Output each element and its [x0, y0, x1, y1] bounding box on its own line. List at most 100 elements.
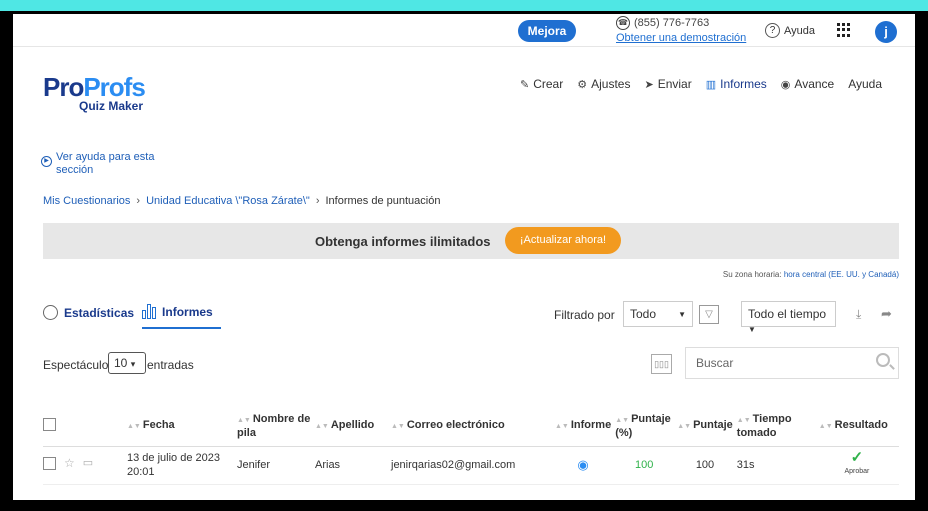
phone-icon: ☎: [616, 16, 630, 30]
select-all-checkbox[interactable]: [43, 417, 56, 431]
phone-number[interactable]: ☎ (855) 776-7763: [616, 16, 709, 30]
timezone-link[interactable]: hora central (EE. UU. y Canadá): [784, 270, 899, 279]
gear-icon: ⚙: [577, 78, 588, 91]
row-actions: ☆ ▭: [43, 446, 127, 485]
nav-progress[interactable]: ◉ Avance: [781, 77, 834, 91]
cell-report: ◉: [555, 446, 616, 485]
breadcrumb-separator: ›: [136, 195, 141, 207]
sort-icon: ▲▼: [391, 423, 405, 431]
cell-score: 100: [677, 446, 737, 485]
filter-label: Filtrado por: [554, 308, 615, 322]
row-checkbox[interactable]: [43, 456, 56, 470]
cell-first-name: Jenifer: [237, 446, 315, 485]
nav-reports-label: Informes: [720, 77, 767, 91]
caret-down-icon: ▼: [748, 325, 756, 334]
logo-part-pro: Pro: [43, 72, 84, 102]
header-date[interactable]: ▲▼ Fecha: [127, 407, 237, 447]
proprofs-logo[interactable]: ProProfs Quiz Maker: [43, 72, 146, 113]
bar-chart-icon: [142, 304, 157, 319]
cell-email: jenirqarias02@gmail.com: [391, 446, 555, 485]
header-first-name[interactable]: ▲▼ Nombre de pila: [237, 407, 315, 447]
header-email[interactable]: ▲▼ Correo electrónico: [391, 407, 555, 447]
time-filter-select[interactable]: Todo el tiempo ▼: [741, 301, 836, 334]
nav-create[interactable]: ✎ Crear: [520, 77, 563, 91]
nav-settings-label: Ajustes: [591, 77, 631, 91]
page-size-select[interactable]: 10 ▾: [108, 352, 146, 374]
pencil-icon: ✎: [520, 78, 530, 91]
header-result[interactable]: ▲▼ Resultado: [818, 407, 899, 447]
avatar[interactable]: j: [875, 21, 897, 43]
result-label: Aprobar: [844, 468, 870, 475]
eye-icon: ◉: [780, 78, 791, 91]
breadcrumb: Mis Cuestionarios › Unidad Educativa \"R…: [43, 195, 440, 207]
nav-create-label: Crear: [533, 77, 564, 91]
tab-statistics-label: Estadísticas: [64, 305, 135, 320]
main-nav: ✎ Crear ⚙ Ajustes ➤ Enviar ▥ Informes ◉ …: [520, 77, 882, 91]
time-filter-value: Todo el tiempo: [748, 307, 827, 321]
sort-icon: ▲▼: [127, 423, 141, 431]
header-last-name[interactable]: ▲▼ Apellido: [315, 407, 391, 447]
tab-reports[interactable]: Informes: [142, 304, 221, 329]
tab-statistics[interactable]: Estadísticas: [43, 305, 134, 328]
header-score[interactable]: ▲▼ Puntaje: [677, 407, 737, 447]
search-placeholder: Buscar: [696, 356, 734, 370]
nav-send[interactable]: ➤ Enviar: [644, 77, 691, 91]
upgrade-button[interactable]: Mejora: [518, 20, 576, 42]
header-score-pct[interactable]: ▲▼ Puntaje (%): [615, 407, 678, 447]
page-size-value: 10: [114, 356, 128, 370]
tab-reports-label: Informes: [162, 304, 213, 319]
demo-link[interactable]: Obtener una demostración: [616, 32, 746, 44]
comment-icon[interactable]: ▭: [83, 456, 93, 470]
cell-score-pct: 100: [615, 446, 678, 485]
nav-help[interactable]: Ayuda: [848, 77, 882, 91]
play-icon: ▶: [41, 156, 52, 167]
status-filter-value: Todo: [630, 307, 657, 321]
cell-result: ✓ Aprobar: [818, 446, 899, 485]
logo-part-profs: Profs: [83, 72, 145, 102]
filter-icon[interactable]: ▽: [699, 305, 719, 324]
sort-icon: ▲▼: [818, 423, 833, 431]
search-icon[interactable]: [876, 353, 890, 367]
nav-progress-label: Avance: [794, 77, 835, 91]
nav-help-label: Ayuda: [848, 77, 883, 91]
sort-icon: ▲▼: [237, 416, 251, 424]
search-input[interactable]: Buscar: [685, 347, 899, 379]
download-icon[interactable]: ⤓: [856, 307, 861, 322]
sort-icon: ▲▼: [677, 423, 692, 431]
results-table: ▲▼ Fecha ▲▼ Nombre de pila ▲▼ Apellido ▲▼ Co…: [43, 407, 899, 485]
breadcrumb-quiz[interactable]: Unidad Educativa \"Rosa Zárate\": [146, 195, 310, 207]
status-filter-select[interactable]: Todo ▼: [623, 301, 693, 327]
header-time[interactable]: ▲▼ Tiempo tomado: [736, 407, 819, 447]
bar-chart-icon: ▥: [705, 78, 717, 91]
check-icon: ✓: [850, 449, 864, 466]
sort-icon: ▲▼: [555, 423, 569, 431]
question-icon: ?: [765, 23, 780, 38]
nav-settings[interactable]: ⚙ Ajustes: [577, 77, 630, 91]
upgrade-banner: Obtenga informes ilimitados ¡Actualizar …: [43, 223, 899, 259]
header-report[interactable]: ▲▼ Informe: [555, 407, 616, 447]
sort-icon: ▲▼: [615, 416, 630, 424]
logo-subtitle: Quiz Maker: [79, 99, 144, 113]
star-icon[interactable]: ☆: [64, 456, 75, 470]
breadcrumb-quizzes[interactable]: Mis Cuestionarios: [43, 195, 130, 207]
view-report-eye-icon[interactable]: ◉: [577, 457, 588, 472]
select-all-header: [43, 407, 127, 447]
breadcrumb-separator: ›: [315, 195, 320, 207]
apps-grid-icon[interactable]: [837, 23, 851, 37]
cell-last-name: Arias: [315, 446, 391, 485]
upgrade-now-button[interactable]: ¡Actualizar ahora!: [505, 227, 621, 254]
section-help-link[interactable]: ▶ Ver ayuda para esta sección: [41, 151, 171, 177]
help-menu[interactable]: ? Ayuda: [765, 23, 815, 38]
columns-icon[interactable]: ▯▯▯: [651, 354, 672, 374]
share-icon[interactable]: ➦: [881, 306, 892, 322]
banner-text: Obtenga informes ilimitados: [315, 234, 491, 249]
table-row[interactable]: ☆ ▭ 13 de julio de 2023 20:01 Jenifer Ar…: [43, 446, 899, 485]
chevron-down-icon: ▾: [130, 359, 136, 369]
sort-icon: ▲▼: [315, 423, 329, 431]
report-tabs: Estadísticas Informes: [43, 304, 221, 329]
caret-down-icon: ▼: [678, 310, 686, 319]
nav-reports[interactable]: ▥ Informes: [706, 77, 767, 91]
table-header-row: ▲▼ Fecha ▲▼ Nombre de pila ▲▼ Apellido ▲▼ Co…: [43, 407, 899, 447]
page: Mejora ☎ (855) 776-7763 Obtener una demo…: [13, 14, 915, 500]
show-label: Espectáculo: [43, 358, 109, 372]
